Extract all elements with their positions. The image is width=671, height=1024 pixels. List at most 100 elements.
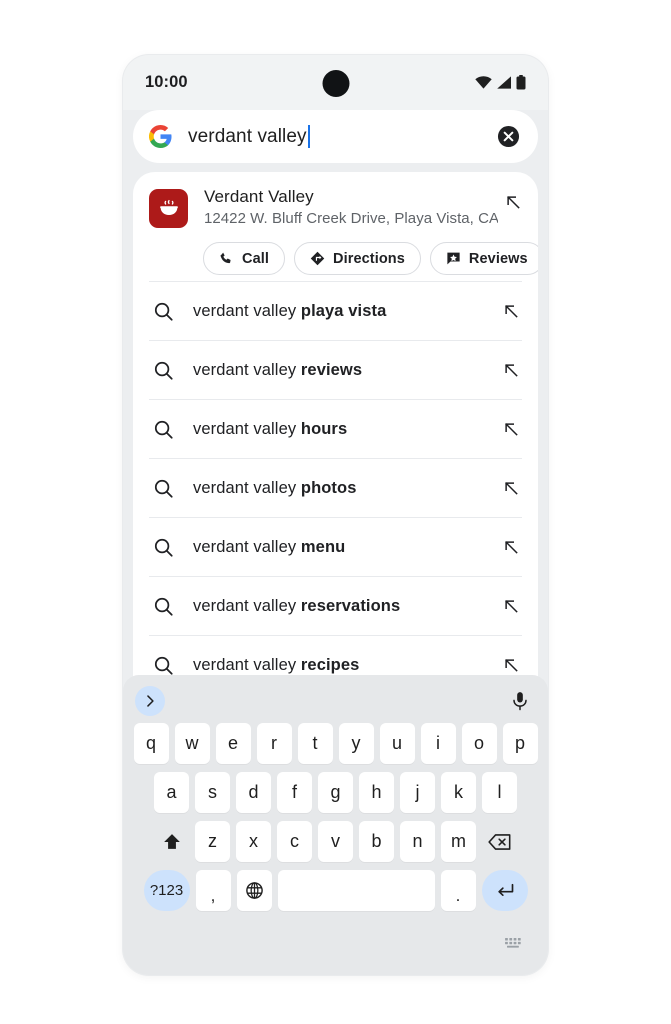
suggestion-text: verdant valley reviews [193,361,502,380]
search-bar[interactable]: verdant valley [133,110,538,163]
key-f[interactable]: f [277,772,312,813]
business-result-card[interactable]: Verdant Valley 12422 W. Bluff Creek Driv… [133,172,538,281]
front-camera-punch-hole [322,70,349,97]
key-g[interactable]: g [318,772,353,813]
backspace-icon [488,833,511,850]
keyboard-row-3: zxcvbnm [123,821,548,862]
search-icon [154,361,173,380]
search-icon [154,479,173,498]
key-m[interactable]: m [441,821,476,862]
reviews-button-label: Reviews [468,250,528,267]
suggestion-row[interactable]: verdant valley menu [133,518,538,576]
microphone-icon[interactable] [510,689,530,713]
period-key[interactable]: . [440,870,476,911]
suggestion-prefix: verdant valley [193,478,301,497]
business-info: Verdant Valley 12422 W. Bluff Creek Driv… [204,187,498,227]
search-icon [154,420,173,439]
search-icon [154,538,173,557]
business-name: Verdant Valley [204,187,314,206]
numbers-key[interactable]: ?123 [143,870,190,911]
backspace-key[interactable] [482,821,517,862]
signal-icon [497,76,511,89]
key-s[interactable]: s [195,772,230,813]
suggestion-row[interactable]: verdant valley reviews [133,341,538,399]
suggestion-prefix: verdant valley [193,301,301,320]
suggestion-row[interactable]: verdant valley playa vista [133,282,538,340]
comma-key[interactable]: , [195,870,231,911]
directions-button[interactable]: Directions [294,242,421,275]
status-icon-group [475,75,526,90]
suggestion-text: verdant valley photos [193,479,502,498]
key-x[interactable]: x [236,821,271,862]
search-icon [154,656,173,675]
suggestion-row[interactable]: verdant valley photos [133,459,538,517]
key-h[interactable]: h [359,772,394,813]
key-y[interactable]: y [338,723,374,764]
arrow-up-left-icon[interactable] [502,656,520,674]
hide-keyboard-icon[interactable] [505,937,522,951]
search-icon [154,302,173,321]
call-button-label: Call [242,250,269,267]
key-j[interactable]: j [400,772,435,813]
keyboard-row-4: ?123 , . [123,870,548,911]
suggestion-prefix: verdant valley [193,360,301,379]
space-key[interactable] [277,870,435,911]
key-q[interactable]: q [133,723,169,764]
google-g-logo [149,125,172,148]
key-r[interactable]: r [256,723,292,764]
suggestion-row[interactable]: verdant valley hours [133,400,538,458]
arrow-up-left-icon[interactable] [504,193,522,211]
key-w[interactable]: w [174,723,210,764]
search-icon [154,597,173,616]
phone-frame: 10:00 verdant valley Verdant Valley 1242… [123,55,548,975]
language-key[interactable] [236,870,272,911]
suggestion-row[interactable]: verdant valley reservations [133,577,538,635]
key-o[interactable]: o [461,723,497,764]
business-address: 12422 W. Bluff Creek Drive, Playa Vista,… [204,210,498,227]
shift-key[interactable] [154,821,189,862]
key-v[interactable]: v [318,821,353,862]
reviews-button[interactable]: Reviews [429,242,538,275]
key-l[interactable]: l [482,772,517,813]
suggestion-prefix: verdant valley [193,419,301,438]
key-a[interactable]: a [154,772,189,813]
business-header: Verdant Valley 12422 W. Bluff Creek Driv… [149,187,522,228]
keyboard-row-2: asdfghjkl [123,772,548,813]
key-d[interactable]: d [236,772,271,813]
comma-key-label: , [210,885,216,905]
arrow-up-left-icon[interactable] [502,302,520,320]
directions-button-label: Directions [333,250,405,267]
arrow-up-left-icon[interactable] [502,479,520,497]
phone-icon [220,252,231,264]
key-c[interactable]: c [277,821,312,862]
call-button[interactable]: Call [203,242,285,275]
wifi-icon [475,76,492,89]
key-u[interactable]: u [379,723,415,764]
suggestion-completion: playa vista [300,301,387,320]
key-k[interactable]: k [441,772,476,813]
key-e[interactable]: e [215,723,251,764]
keyboard-row-1: qwertyuiop [123,723,548,764]
key-p[interactable]: p [502,723,538,764]
text-caret [307,125,310,148]
arrow-up-left-icon[interactable] [502,420,520,438]
chevron-right-icon [147,695,154,707]
search-input[interactable]: verdant valley [188,125,497,148]
key-b[interactable]: b [359,821,394,862]
clear-icon[interactable] [497,125,520,148]
suggestion-completion: hours [300,419,348,438]
enter-key[interactable] [481,870,528,911]
suggestion-text: verdant valley playa vista [193,302,502,321]
key-i[interactable]: i [420,723,456,764]
arrow-up-left-icon[interactable] [502,597,520,615]
business-action-chips: Call Directions Reviews [203,242,538,275]
arrow-up-left-icon[interactable] [502,538,520,556]
reviews-star-bubble-icon [447,252,460,265]
arrow-up-left-icon[interactable] [502,361,520,379]
key-z[interactable]: z [195,821,230,862]
expand-toolbar-button[interactable] [135,686,165,716]
key-n[interactable]: n [400,821,435,862]
suggestion-text: verdant valley recipes [193,656,502,675]
suggestion-completion: recipes [300,655,360,674]
key-t[interactable]: t [297,723,333,764]
